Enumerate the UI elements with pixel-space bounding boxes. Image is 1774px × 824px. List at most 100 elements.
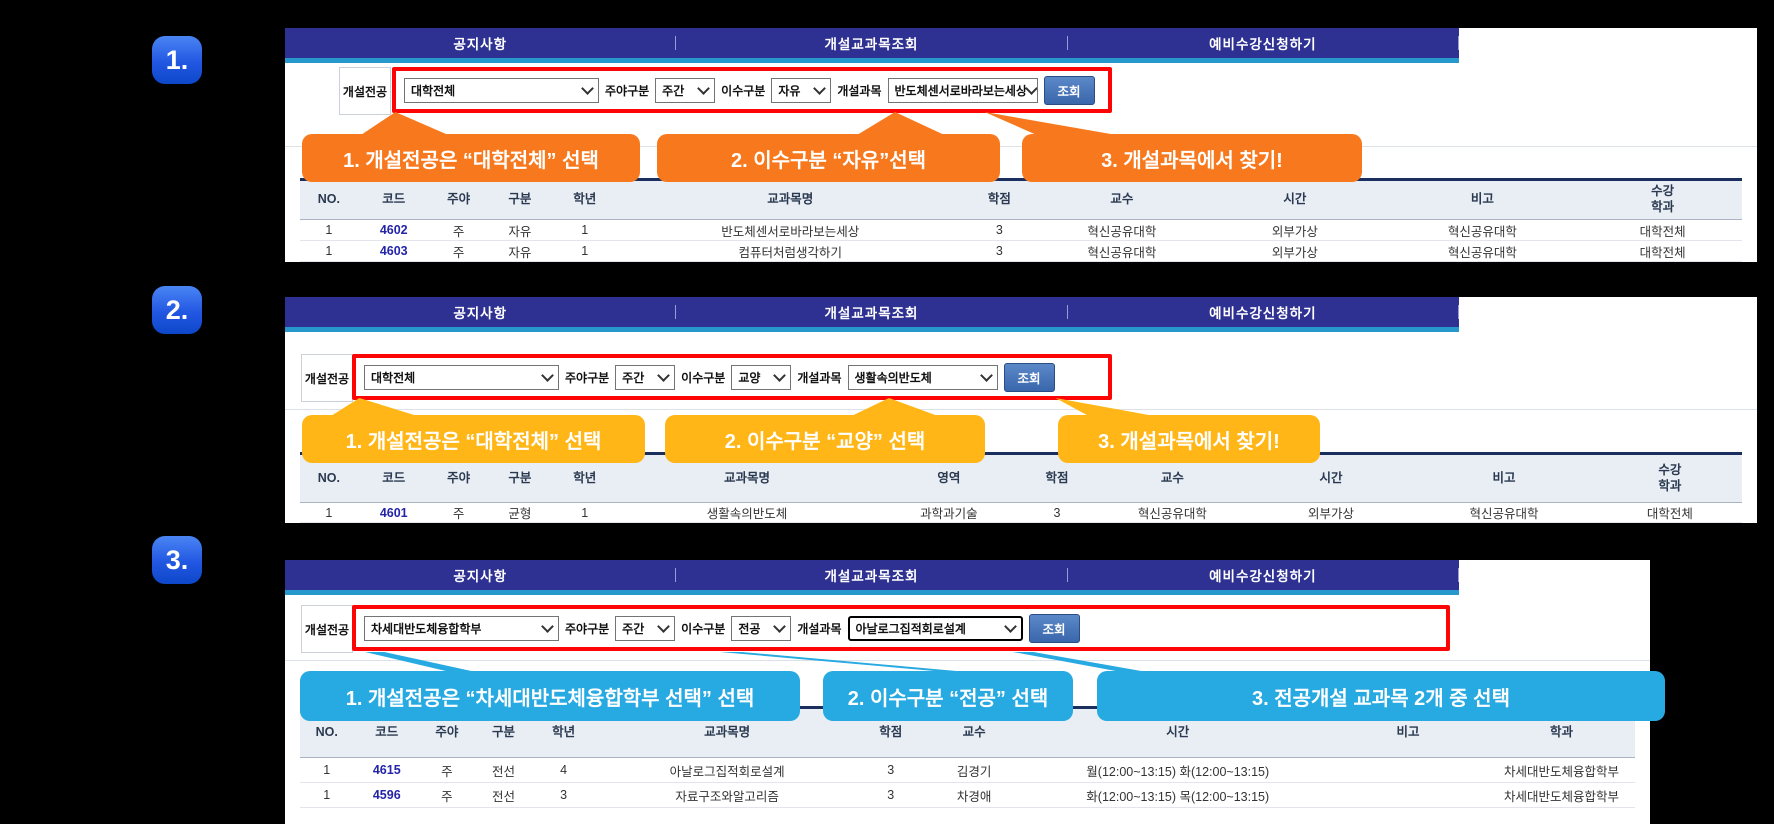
table-cell: 주: [430, 241, 488, 262]
search-button[interactable]: 조회: [1044, 76, 1095, 105]
column-header: 비고: [1410, 454, 1597, 503]
daynight-label: 주야구분: [565, 369, 609, 386]
major-label: 개설전공: [301, 354, 353, 402]
course-code-link[interactable]: 4596: [353, 783, 420, 808]
tab-pre-registration[interactable]: 예비수강신청하기: [1068, 28, 1458, 58]
step-badge-1: 1.: [152, 36, 202, 84]
course-type-select[interactable]: 전공: [731, 616, 791, 641]
table-cell: 전선: [474, 758, 534, 783]
chevron-down-icon: [541, 369, 554, 382]
table-cell: 대학전체: [1598, 503, 1742, 523]
table-cell: 1: [300, 241, 358, 262]
column-header: 비고: [1381, 180, 1583, 220]
table-cell: 균형: [487, 503, 552, 523]
table-cell: [1328, 783, 1488, 808]
daynight-select[interactable]: 주간: [655, 78, 715, 103]
red-highlight-box: 대학전체 주야구분 주간 이수구분 자유 개설과목 반도체센서로바라보는세상: [392, 67, 1112, 113]
table-cell: 3: [1021, 503, 1093, 523]
column-header: 교수: [1035, 180, 1208, 220]
course-search-panel-2: 공지사항 개설교과목조회 예비수강신청하기 개설전공 대학전체 주야구분 주간 …: [285, 297, 1757, 523]
table-cell: 혁신공유대학: [1381, 220, 1583, 241]
table-cell: 생활속의반도체: [617, 503, 877, 523]
tab-course-search[interactable]: 개설교과목조회: [676, 560, 1066, 590]
selected-option: 전공: [738, 620, 760, 637]
table-cell: 전선: [474, 783, 534, 808]
table-cell: 김경기: [921, 758, 1028, 783]
chevron-down-icon: [697, 82, 710, 95]
step-badge-3: 3.: [152, 536, 202, 584]
course-code-link[interactable]: 4603: [358, 241, 430, 262]
course-type-label: 이수구분: [721, 82, 765, 99]
selected-option: 자유: [778, 82, 800, 99]
tab-separator: [1458, 36, 1459, 50]
tab-course-search[interactable]: 개설교과목조회: [676, 297, 1066, 327]
major-select[interactable]: 대학전체: [364, 365, 559, 390]
table-cell: 자료구조와알고리즘: [594, 783, 861, 808]
course-table: NO.코드주야구분학년교과목명학점교수시간비고학과14615주전선4아날로그집적…: [300, 706, 1635, 808]
course-type-label: 이수구분: [681, 620, 725, 637]
tab-notices[interactable]: 공지사항: [285, 560, 675, 590]
table-cell: 혁신공유대학: [1093, 503, 1252, 523]
course-table-wrap: NO.코드주야구분학년교과목명학점교수시간비고수강 학과14602주자유1반도체…: [300, 178, 1742, 262]
major-select[interactable]: 대학전체: [404, 78, 599, 103]
selected-option: 대학전체: [411, 82, 455, 99]
table-cell: 3: [963, 241, 1035, 262]
column-header: 코드: [358, 180, 430, 220]
subject-select[interactable]: 생활속의반도체: [848, 365, 998, 390]
search-button[interactable]: 조회: [1004, 363, 1055, 392]
major-select[interactable]: 차세대반도체융합학부: [364, 616, 559, 641]
callout-step-2: 2. 이수구분 “전공” 선택: [823, 671, 1073, 721]
table-cell: 반도체센서로바라보는세상: [617, 220, 963, 241]
column-header: 학점: [963, 180, 1035, 220]
callout-step-1: 1. 개설전공은 “대학전체” 선택: [302, 134, 640, 182]
course-type-select[interactable]: 자유: [771, 78, 831, 103]
subject-label: 개설과목: [797, 620, 841, 637]
table-cell: 차세대반도체융합학부: [1488, 758, 1635, 783]
column-header: 교과목명: [617, 180, 963, 220]
callout-step-3: 3. 개설과목에서 찾기!: [1022, 134, 1362, 182]
course-search-panel-1: 공지사항 개설교과목조회 예비수강신청하기 개설전공 대학전체 주야구분 주간 …: [285, 28, 1757, 262]
daynight-select[interactable]: 주간: [615, 616, 675, 641]
tab-course-search[interactable]: 개설교과목조회: [676, 28, 1066, 58]
selected-option: 생활속의반도체: [855, 369, 932, 386]
selected-option: 대학전체: [371, 369, 415, 386]
column-header: 학년: [552, 180, 617, 220]
table-cell: 외부가상: [1208, 241, 1381, 262]
column-header: 시간: [1208, 180, 1381, 220]
table-cell: 주: [420, 783, 473, 808]
tab-notices[interactable]: 공지사항: [285, 28, 675, 58]
table-cell: 자유: [487, 241, 552, 262]
daynight-label: 주야구분: [565, 620, 609, 637]
search-button[interactable]: 조회: [1029, 614, 1080, 643]
subject-select[interactable]: 반도체센서로바라보는세상: [888, 78, 1038, 103]
chevron-down-icon: [581, 82, 594, 95]
tab-notices[interactable]: 공지사항: [285, 297, 675, 327]
table-cell: 1: [552, 241, 617, 262]
course-code-link[interactable]: 4601: [358, 503, 430, 523]
column-header: 수강 학과: [1598, 454, 1742, 503]
course-code-link[interactable]: 4602: [358, 220, 430, 241]
tab-pre-registration[interactable]: 예비수강신청하기: [1068, 560, 1458, 590]
filter-bar: 개설전공 차세대반도체융합학부 주야구분 주간 이수구분 전공 개설과목: [285, 595, 1650, 661]
table-cell: 외부가상: [1208, 220, 1381, 241]
table-cell: 혁신공유대학: [1035, 241, 1208, 262]
course-type-select[interactable]: 교양: [731, 365, 791, 390]
table-cell: 1: [552, 220, 617, 241]
table-cell: 3: [963, 220, 1035, 241]
course-row: 14615주전선4아날로그집적회로설계3김경기월(12:00~13:15) 화(…: [300, 758, 1635, 783]
course-code-link[interactable]: 4615: [353, 758, 420, 783]
table-cell: 1: [300, 503, 358, 523]
course-row: 14602주자유1반도체센서로바라보는세상3혁신공유대학외부가상혁신공유대학대학…: [300, 220, 1742, 241]
table-cell: 혁신공유대학: [1035, 220, 1208, 241]
table-cell: 4: [534, 758, 594, 783]
course-type-label: 이수구분: [681, 369, 725, 386]
table-cell: 3: [861, 758, 921, 783]
table-cell: 혁신공유대학: [1381, 241, 1583, 262]
selected-option: 주간: [622, 620, 644, 637]
tab-separator: [1458, 568, 1459, 582]
tab-pre-registration[interactable]: 예비수강신청하기: [1068, 297, 1458, 327]
subject-select[interactable]: 아날로그집적회로설계: [848, 616, 1023, 641]
column-header: NO.: [300, 180, 358, 220]
daynight-select[interactable]: 주간: [615, 365, 675, 390]
nav-tabs: 공지사항 개설교과목조회 예비수강신청하기: [285, 28, 1459, 58]
